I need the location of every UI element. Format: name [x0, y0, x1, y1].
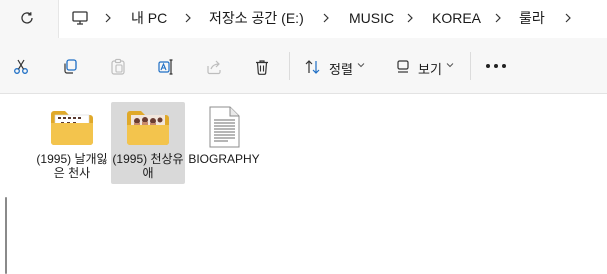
folder-name[interactable]: (1995) 천상유애 [111, 152, 185, 180]
breadcrumb-pc[interactable]: 내 PC [131, 10, 167, 26]
breadcrumb-storage[interactable]: 저장소 공간 (E:) [209, 10, 304, 26]
sort-label[interactable]: 정렬 [329, 59, 353, 78]
address-bar[interactable]: 내 PC 저장소 공간 (E:) MUSIC KOREA 룰라 [58, 0, 607, 38]
breadcrumb-korea[interactable]: KOREA [432, 10, 481, 26]
paste-icon[interactable] [107, 56, 129, 78]
view-label[interactable]: 보기 [418, 59, 442, 78]
refresh-icon[interactable] [16, 7, 38, 29]
chevron-down-icon[interactable] [356, 58, 366, 72]
trash-icon[interactable] [251, 56, 273, 78]
chevron-right-icon [103, 10, 113, 26]
folder-item[interactable]: (1995) 날개잃은 천사 [35, 102, 109, 184]
sort-icon[interactable] [302, 56, 324, 78]
toolbar-divider [289, 52, 290, 80]
share-icon[interactable] [203, 56, 225, 78]
chevron-right-icon [405, 10, 415, 26]
folder-icon [125, 106, 171, 148]
folder-item-selected[interactable]: (1995) 천상유애 [111, 102, 185, 184]
nav-pane-edge [0, 95, 14, 274]
chevron-right-icon [493, 10, 503, 26]
scissors-icon[interactable] [10, 56, 32, 78]
more-icon[interactable] [486, 64, 506, 70]
chevron-right-icon[interactable] [563, 10, 573, 26]
folder-icon [49, 106, 95, 148]
file-item[interactable]: BIOGRAPHY [187, 102, 261, 184]
rename-icon[interactable] [155, 56, 177, 78]
document-icon [201, 106, 247, 148]
chevron-right-icon [321, 10, 331, 26]
command-bar: 정렬 보기 [0, 38, 607, 94]
folder-name[interactable]: (1995) 날개잃은 천사 [35, 152, 109, 180]
scrollbar-thumb[interactable] [5, 197, 7, 274]
chevron-right-icon [183, 10, 193, 26]
breadcrumb-rula[interactable]: 룰라 [519, 10, 545, 26]
copy-icon[interactable] [59, 56, 81, 78]
file-name[interactable]: BIOGRAPHY [187, 152, 261, 166]
view-icon[interactable] [392, 56, 414, 78]
chevron-down-icon[interactable] [445, 58, 455, 72]
address-row: 내 PC 저장소 공간 (E:) MUSIC KOREA 룰라 [0, 0, 607, 38]
breadcrumb-music[interactable]: MUSIC [349, 10, 394, 26]
monitor-icon [71, 9, 89, 27]
toolbar-divider [470, 52, 471, 80]
